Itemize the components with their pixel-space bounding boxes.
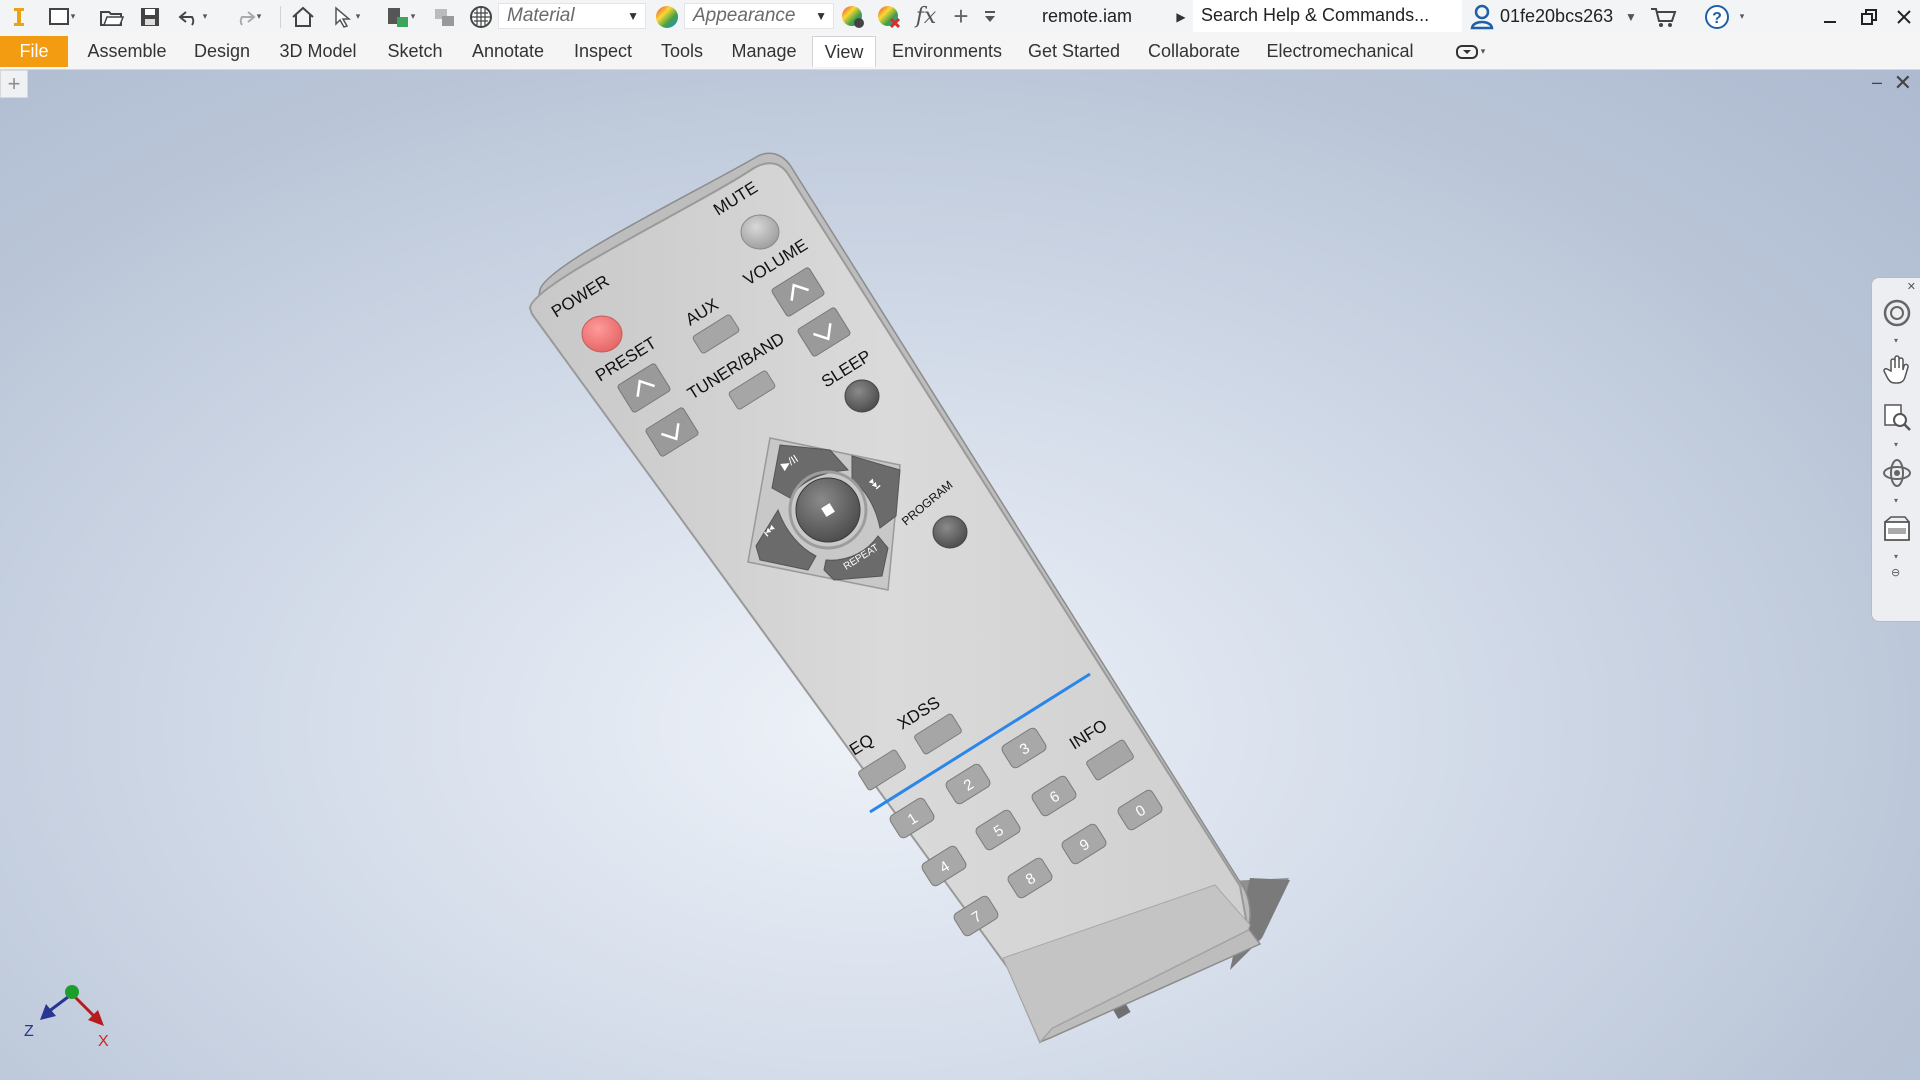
plus-icon[interactable]: +: [948, 0, 974, 33]
ribbon-display-options-icon[interactable]: ▾: [1448, 36, 1492, 67]
open-icon[interactable]: [98, 0, 126, 33]
user-icon[interactable]: [1468, 0, 1496, 33]
remote-model[interactable]: MUTE POWER VOLUME AUX PRESET TUNER/BAND …: [0, 70, 1920, 1080]
home-icon[interactable]: [288, 0, 318, 33]
help-label: ?: [1712, 10, 1722, 27]
pan-icon[interactable]: [1880, 352, 1914, 386]
tab-tools[interactable]: Tools: [654, 36, 710, 67]
material-combo[interactable]: Material ▼: [498, 3, 646, 29]
navbar-customize-icon[interactable]: ⊖: [1891, 566, 1900, 579]
select-icon[interactable]: ▾: [324, 0, 366, 33]
chevron-down-icon: ▼: [815, 9, 827, 23]
clear-appearance-icon[interactable]: [874, 0, 904, 33]
remote-top-face: [528, 162, 1250, 1044]
customize-icon[interactable]: [978, 0, 1002, 33]
tab-design[interactable]: Design: [186, 36, 258, 67]
appearance-icon[interactable]: [652, 0, 682, 33]
redo-icon[interactable]: ▾: [226, 0, 266, 33]
chevron-down-icon[interactable]: ▾: [1894, 496, 1898, 505]
cart-icon[interactable]: [1648, 0, 1678, 33]
power-button[interactable]: [581, 315, 623, 353]
search-placeholder: Search Help & Commands...: [1201, 5, 1430, 25]
tab-view[interactable]: View: [812, 36, 876, 67]
appearance-placeholder: Appearance: [693, 5, 796, 26]
close-icon[interactable]: [1890, 0, 1918, 33]
chevron-down-icon[interactable]: ▼: [1622, 0, 1640, 33]
zoom-icon[interactable]: [1880, 400, 1914, 434]
tab-sketch[interactable]: Sketch: [378, 36, 452, 67]
chevron-down-icon[interactable]: ▾: [1894, 336, 1898, 345]
graphics-viewport[interactable]: + – ✕ MUTE POWER VOLUME AUX PRESET TUNER…: [0, 70, 1920, 1080]
chevron-down-icon: ▼: [627, 9, 639, 23]
x-axis-label: X: [98, 1033, 109, 1050]
tab-file[interactable]: File: [0, 36, 68, 67]
undo-icon[interactable]: ▾: [172, 0, 212, 33]
material-sphere-icon[interactable]: [466, 0, 496, 33]
orbit-icon[interactable]: [1880, 456, 1914, 490]
search-input[interactable]: Search Help & Commands...: [1193, 0, 1462, 32]
tab-assemble[interactable]: Assemble: [80, 36, 174, 67]
sleep-button[interactable]: [844, 379, 880, 413]
adjust-appearance-icon[interactable]: [838, 0, 868, 33]
measure-icon[interactable]: [430, 0, 460, 33]
material-placeholder: Material: [507, 5, 575, 26]
steering-wheel-icon[interactable]: [1880, 296, 1914, 330]
document-title: remote.iam: [1042, 6, 1133, 26]
tab-collaborate[interactable]: Collaborate: [1138, 36, 1250, 67]
minimize-icon[interactable]: [1816, 0, 1844, 33]
program-button[interactable]: [932, 515, 968, 549]
chevron-down-icon[interactable]: ▾: [1734, 0, 1750, 33]
tab-inspect[interactable]: Inspect: [564, 36, 642, 67]
ribbon-tabs: File Assemble Design 3D Model Sketch Ann…: [0, 33, 1920, 70]
y-axis-tip: [65, 985, 79, 999]
tab-environments[interactable]: Environments: [884, 36, 1010, 67]
help-icon[interactable]: ?: [1702, 0, 1732, 33]
appearance-combo[interactable]: Appearance ▼: [684, 3, 834, 29]
chevron-down-icon[interactable]: ▾: [1894, 440, 1898, 449]
axis-triad[interactable]: Z X: [24, 985, 109, 1050]
save-icon[interactable]: [136, 0, 164, 33]
view-face-icon[interactable]: [1880, 512, 1914, 546]
tab-annotate[interactable]: Annotate: [464, 36, 552, 67]
tab-3d-model[interactable]: 3D Model: [270, 36, 366, 67]
update-icon[interactable]: ▾: [378, 0, 422, 33]
z-axis-label: Z: [24, 1023, 34, 1040]
navbar-close-icon[interactable]: ✕: [1907, 280, 1916, 293]
fx-icon[interactable]: fx: [910, 0, 942, 33]
tab-manage[interactable]: Manage: [722, 36, 806, 67]
dpad: ▶/II ⏭ ⏮ REPEAT: [747, 437, 901, 591]
navbar-options-icon[interactable]: ▾: [1894, 552, 1898, 561]
navigation-bar: ✕ ▾ ▾ ▾ ▾ ⊖: [1871, 277, 1920, 622]
app-logo-icon[interactable]: [4, 0, 34, 33]
restore-icon[interactable]: [1854, 0, 1884, 33]
mute-button[interactable]: [740, 214, 780, 250]
new-icon[interactable]: ▾: [44, 0, 78, 33]
chevron-right-icon[interactable]: ▶: [1172, 0, 1190, 33]
tab-electromechanical[interactable]: Electromechanical: [1262, 36, 1418, 67]
tab-get-started[interactable]: Get Started: [1022, 36, 1126, 67]
user-name[interactable]: 01fe20bcs263: [1500, 0, 1613, 33]
title-bar: ▾ ▾ ▾ ▾ ▾ Material ▼ Appearance ▼ fx + r…: [0, 0, 1920, 34]
